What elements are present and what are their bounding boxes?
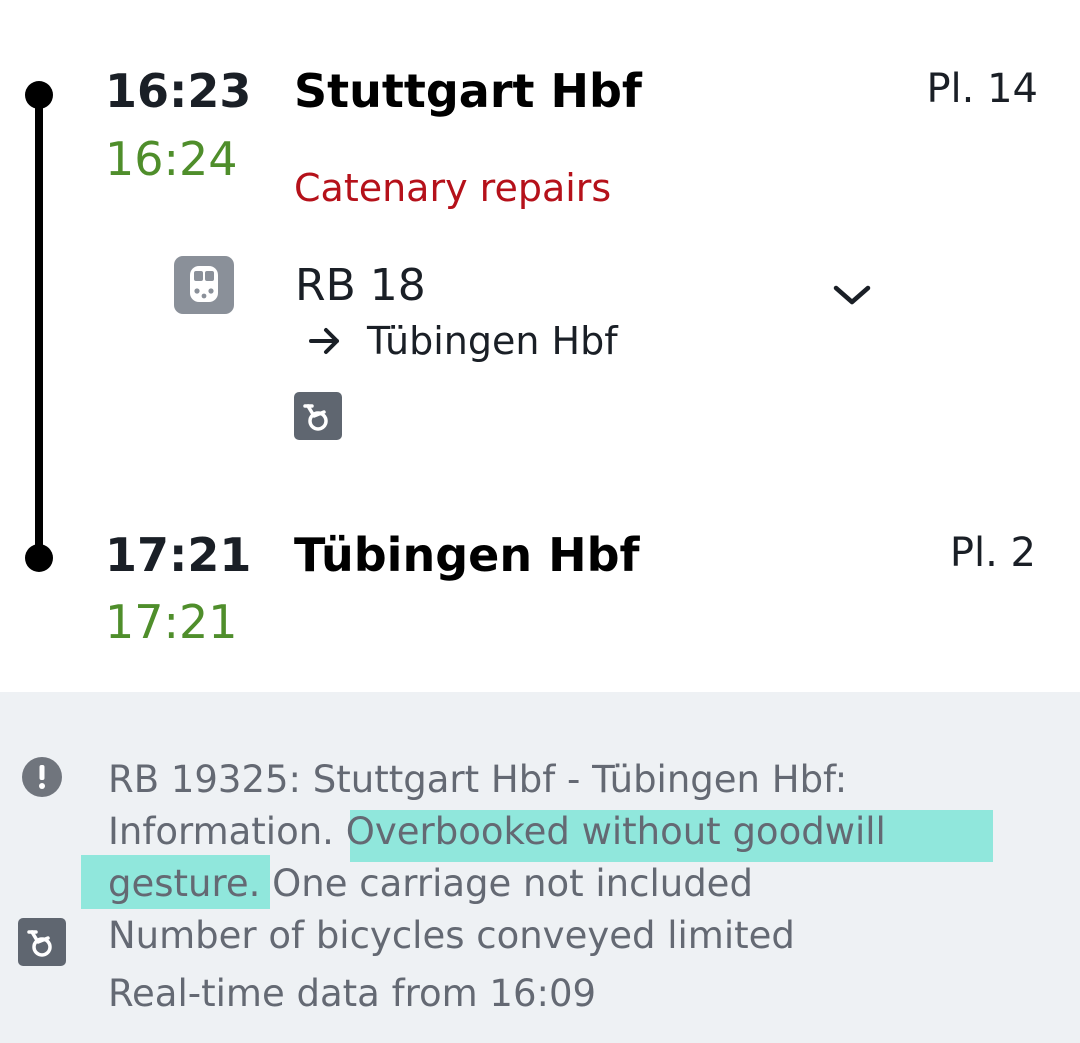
alert-icon <box>22 757 62 797</box>
train-direction-label: Tübingen Hbf <box>367 319 618 363</box>
train-direction: Tübingen Hbf <box>305 319 618 363</box>
chevron-down-icon[interactable] <box>830 280 874 310</box>
info-route-line: RB 19325: Stuttgart Hbf - Tübingen Hbf: <box>108 758 848 801</box>
arrival-time-planned: 17:21 <box>105 528 252 582</box>
arrival-time-actual: 17:21 <box>105 595 238 649</box>
info-message-part: gesture. <box>108 862 261 905</box>
bicycle-icon <box>18 918 66 966</box>
departure-station[interactable]: Stuttgart Hbf <box>294 64 642 118</box>
departure-time-actual: 16:24 <box>105 132 238 186</box>
departure-time-planned: 16:23 <box>105 64 252 118</box>
realtime-timestamp: Real-time data from 16:09 <box>108 972 597 1015</box>
timeline-stop-marker-arrival <box>25 544 53 572</box>
arrow-right-icon <box>309 328 339 354</box>
info-message-line: Information. Overbooked without goodwill <box>108 806 886 858</box>
info-message-part: One carriage not included <box>260 862 753 905</box>
bicycle-icon <box>294 392 342 440</box>
info-message-part: Overbooked without goodwill <box>333 810 886 853</box>
disruption-notice: Catenary repairs <box>294 166 612 210</box>
timeline-line <box>35 94 43 558</box>
arrival-station[interactable]: Tübingen Hbf <box>294 528 640 582</box>
info-message-line: gesture. One carriage not included <box>108 858 753 910</box>
regional-train-icon <box>174 256 234 314</box>
departure-platform: Pl. 14 <box>926 66 1038 112</box>
info-message-part: Information. <box>108 810 334 853</box>
bicycle-notice: Number of bicycles conveyed limited <box>108 914 795 957</box>
train-name[interactable]: RB 18 <box>295 260 426 311</box>
timeline-stop-marker-departure <box>25 81 53 109</box>
arrival-platform: Pl. 2 <box>949 530 1036 576</box>
